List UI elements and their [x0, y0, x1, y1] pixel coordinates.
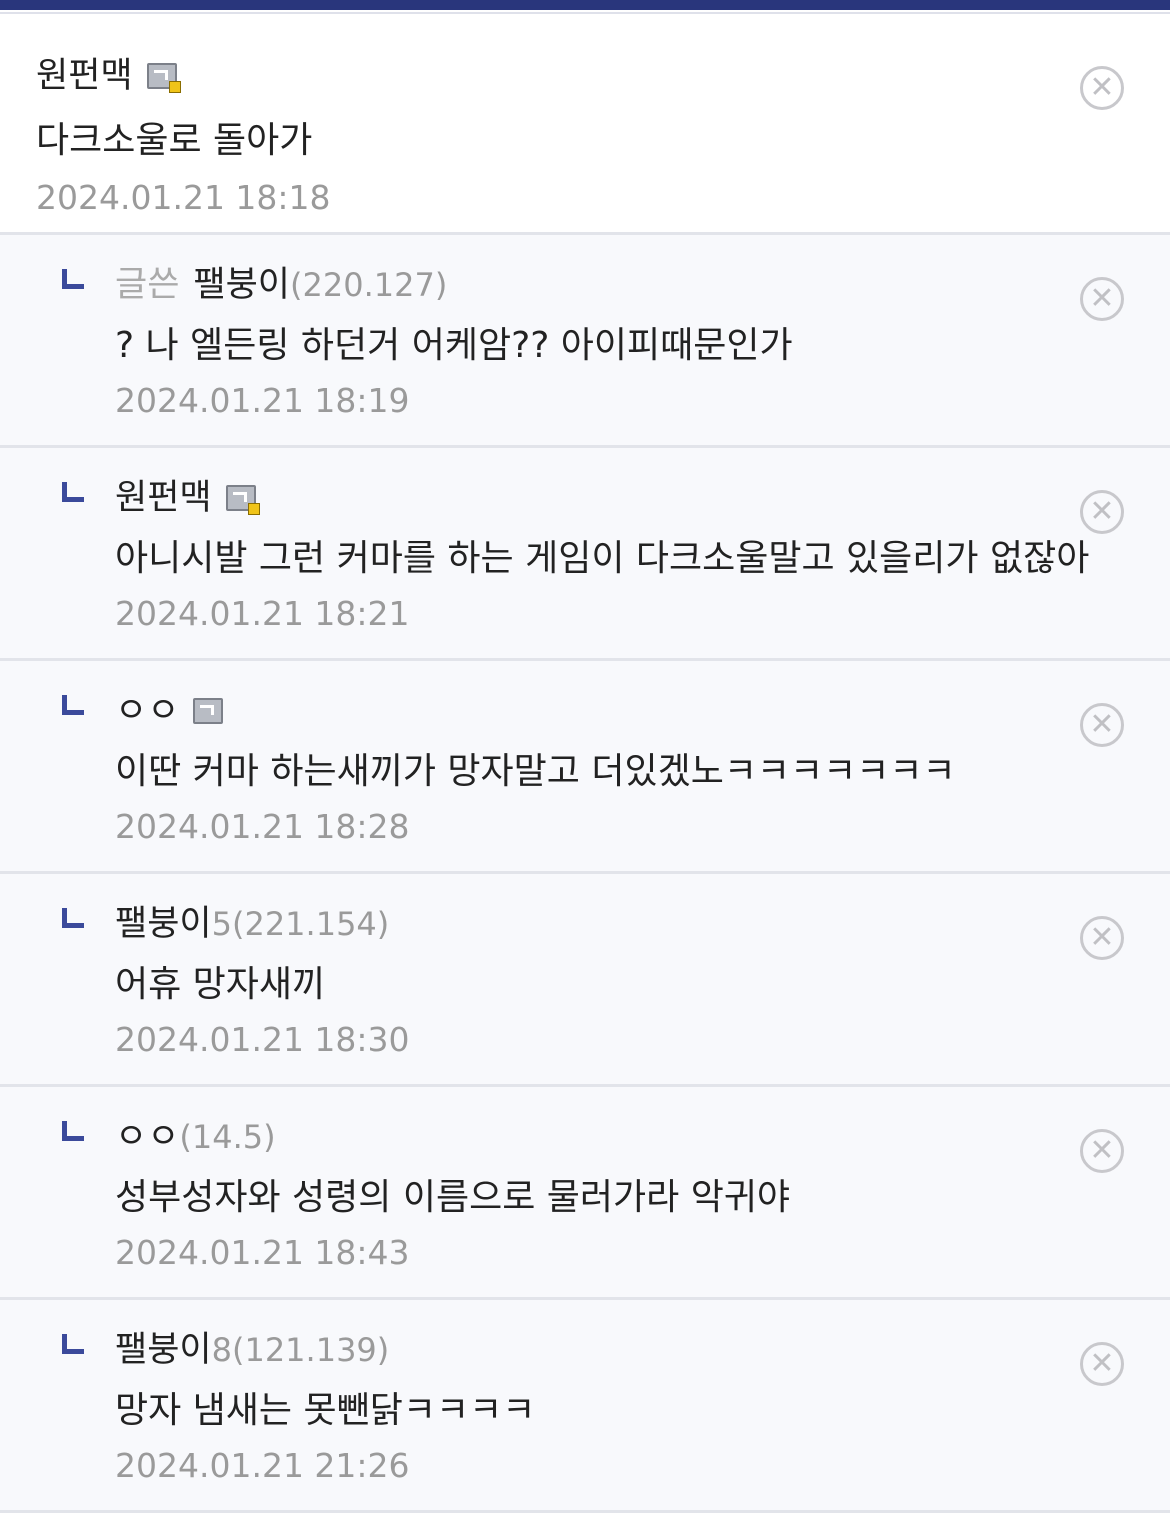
ip-address: (121.139) [231, 1331, 390, 1369]
reply-item: ㅇㅇ 이딴 커마 하는새끼가 망자말고 더있겠노ㅋㅋㅋㅋㅋㅋㅋ 2024.01.… [0, 661, 1170, 874]
reply-arrow-icon [62, 695, 84, 715]
nickname[interactable]: 팰붕이 [115, 1328, 212, 1372]
delete-reply-button[interactable]: ✕ [1080, 916, 1124, 960]
delete-reply-button[interactable]: ✕ [1080, 277, 1124, 321]
ip-address: (14.5) [179, 1118, 276, 1156]
nickname[interactable]: 원펀맥 [115, 476, 212, 520]
nickname-suffix: 8 [211, 1331, 232, 1369]
reply-arrow-icon [62, 1121, 84, 1141]
delete-icon: ✕ [1089, 281, 1115, 316]
reply-item: 팰붕이 5 (221.154) 어휴 망자새끼 2024.01.21 18:30… [0, 874, 1170, 1087]
top-navigation-bar [0, 0, 1170, 10]
comment-text: 다크소울로 돌아가 [36, 120, 313, 161]
comment-item: 원펀맥 다크소울로 돌아가 2024.01.21 18:18 ✕ [0, 14, 1170, 235]
delete-icon: ✕ [1089, 1133, 1115, 1168]
delete-reply-button[interactable]: ✕ [1080, 1129, 1124, 1173]
reply-author: 팰붕이 5 (221.154) [115, 902, 389, 946]
reply-date: 2024.01.21 18:30 [115, 1020, 410, 1059]
reply-arrow-icon [62, 269, 84, 289]
delete-reply-button[interactable]: ✕ [1080, 1342, 1124, 1386]
reply-item: ㅇㅇ (14.5) 성부성자와 성령의 이름으로 물러가라 악귀야 2024.0… [0, 1087, 1170, 1300]
reply-arrow-icon [62, 1334, 84, 1354]
nickname[interactable]: ㅇㅇ [115, 1115, 179, 1159]
reply-date: 2024.01.21 18:19 [115, 381, 410, 420]
reply-date: 2024.01.21 18:43 [115, 1233, 410, 1272]
delete-icon: ✕ [1089, 707, 1115, 742]
nickname[interactable]: ㅇㅇ [115, 689, 179, 733]
reply-text: 아니시발 그런 커마를 하는 게임이 다크소울말고 있을리가 없잖아 [115, 538, 1090, 579]
reply-arrow-icon [62, 482, 84, 502]
gallog-icon[interactable] [146, 63, 181, 93]
comment-date: 2024.01.21 18:18 [36, 178, 331, 217]
writer-tag: 글쓴 [115, 265, 180, 305]
gallog-icon[interactable] [193, 698, 224, 724]
reply-date: 2024.01.21 18:28 [115, 807, 410, 846]
reply-author: 글쓴 팰붕이 (220.127) [115, 263, 447, 307]
nickname[interactable]: 팰붕이 [193, 263, 290, 307]
gallog-icon[interactable] [225, 485, 260, 515]
reply-arrow-icon [62, 908, 84, 928]
delete-reply-button[interactable]: ✕ [1080, 490, 1124, 534]
reply-author: 원펀맥 [115, 476, 260, 520]
delete-icon: ✕ [1089, 1346, 1115, 1381]
ip-address: (221.154) [231, 905, 390, 943]
reply-text: 망자 냄새는 못뺀닭ㅋㅋㅋㅋ [115, 1390, 536, 1431]
reply-author: ㅇㅇ [115, 689, 224, 733]
reply-date: 2024.01.21 18:21 [115, 594, 410, 633]
reply-item: 원펀맥 아니시발 그런 커마를 하는 게임이 다크소울말고 있을리가 없잖아 2… [0, 448, 1170, 661]
reply-author: ㅇㅇ (14.5) [115, 1115, 276, 1159]
reply-item: 팰붕이 8 (121.139) 망자 냄새는 못뺀닭ㅋㅋㅋㅋ 2024.01.2… [0, 1300, 1170, 1513]
ip-address: (220.127) [290, 266, 448, 304]
reply-text: 이딴 커마 하는새끼가 망자말고 더있겠노ㅋㅋㅋㅋㅋㅋㅋ [115, 751, 956, 792]
delete-reply-button[interactable]: ✕ [1080, 703, 1124, 747]
reply-author: 팰붕이 8 (121.139) [115, 1328, 389, 1372]
reply-date: 2024.01.21 21:26 [115, 1446, 410, 1485]
nickname[interactable]: 팰붕이 [115, 902, 212, 946]
reply-item: 글쓴 팰붕이 (220.127) ? 나 엘든링 하던거 어케암?? 아이피때문… [0, 235, 1170, 448]
comment-author: 원펀맥 [36, 54, 181, 98]
gallog-badge-dot [247, 503, 260, 515]
reply-text: 어휴 망자새끼 [115, 964, 326, 1005]
reply-text: 성부성자와 성령의 이름으로 물러가라 악귀야 [115, 1177, 791, 1218]
reply-text: ? 나 엘든링 하던거 어케암?? 아이피때문인가 [115, 325, 793, 366]
gallog-badge-dot [168, 81, 181, 93]
delete-icon: ✕ [1089, 920, 1115, 955]
nickname[interactable]: 원펀맥 [36, 54, 133, 98]
delete-icon: ✕ [1089, 70, 1115, 105]
delete-comment-button[interactable]: ✕ [1080, 66, 1124, 110]
delete-icon: ✕ [1089, 494, 1115, 529]
nickname-suffix: 5 [211, 905, 232, 943]
